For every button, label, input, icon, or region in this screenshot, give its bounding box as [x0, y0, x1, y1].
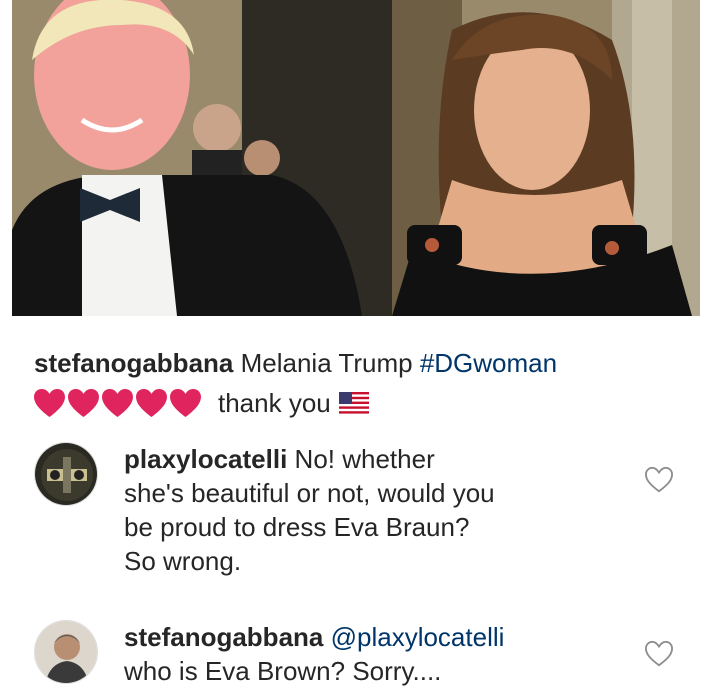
comment-text: plaxylocatelli No! whether she's beautif… [124, 442, 604, 578]
post-photo[interactable] [12, 0, 700, 316]
caption-emoji-line: thank you [34, 386, 684, 420]
instagram-post-screenshot: stefanogabbana Melania Trump #DGwoman th… [0, 0, 704, 700]
comment: stefanogabbana @plaxylocatelli who is Ev… [34, 620, 674, 696]
heart-emoji-icon [102, 388, 133, 417]
caption-thanks-text: thank you [218, 388, 331, 418]
avatar-image [35, 621, 97, 683]
avatar-image [35, 443, 97, 505]
like-heart-icon[interactable] [644, 466, 674, 494]
like-heart-icon[interactable] [644, 640, 674, 668]
comment-line: who is Eva Brown? Sorry.... [124, 656, 442, 686]
comment-text: stefanogabbana @plaxylocatelli who is Ev… [124, 620, 604, 688]
caption-username-link[interactable]: stefanogabbana [34, 348, 233, 378]
heart-emoji-icon [170, 388, 201, 417]
caption-hashtag-link[interactable]: #DGwoman [420, 348, 557, 378]
comment-username-link[interactable]: stefanogabbana [124, 622, 323, 652]
avatar[interactable] [34, 620, 98, 684]
heart-emoji-icon [136, 388, 167, 417]
caption-text: Melania Trump [240, 348, 413, 378]
comment-line: So wrong. [124, 546, 242, 576]
us-flag-icon [338, 392, 369, 414]
photo-illustration [12, 0, 700, 316]
heart-emoji-icon [34, 388, 65, 417]
comment-mention-link[interactable]: @plaxylocatelli [331, 622, 505, 652]
caption-line: stefanogabbana Melania Trump #DGwoman [34, 346, 684, 380]
comment: plaxylocatelli No! whether she's beautif… [34, 442, 674, 592]
heart-emoji-icon [68, 388, 99, 417]
comment-line: she's beautiful or not, would you [124, 478, 495, 508]
comment-line: be proud to dress Eva Braun? [124, 512, 470, 542]
post-caption: stefanogabbana Melania Trump #DGwoman th… [34, 346, 684, 420]
comment-username-link[interactable]: plaxylocatelli [124, 444, 287, 474]
avatar[interactable] [34, 442, 98, 506]
comment-line: No! whether [294, 444, 435, 474]
